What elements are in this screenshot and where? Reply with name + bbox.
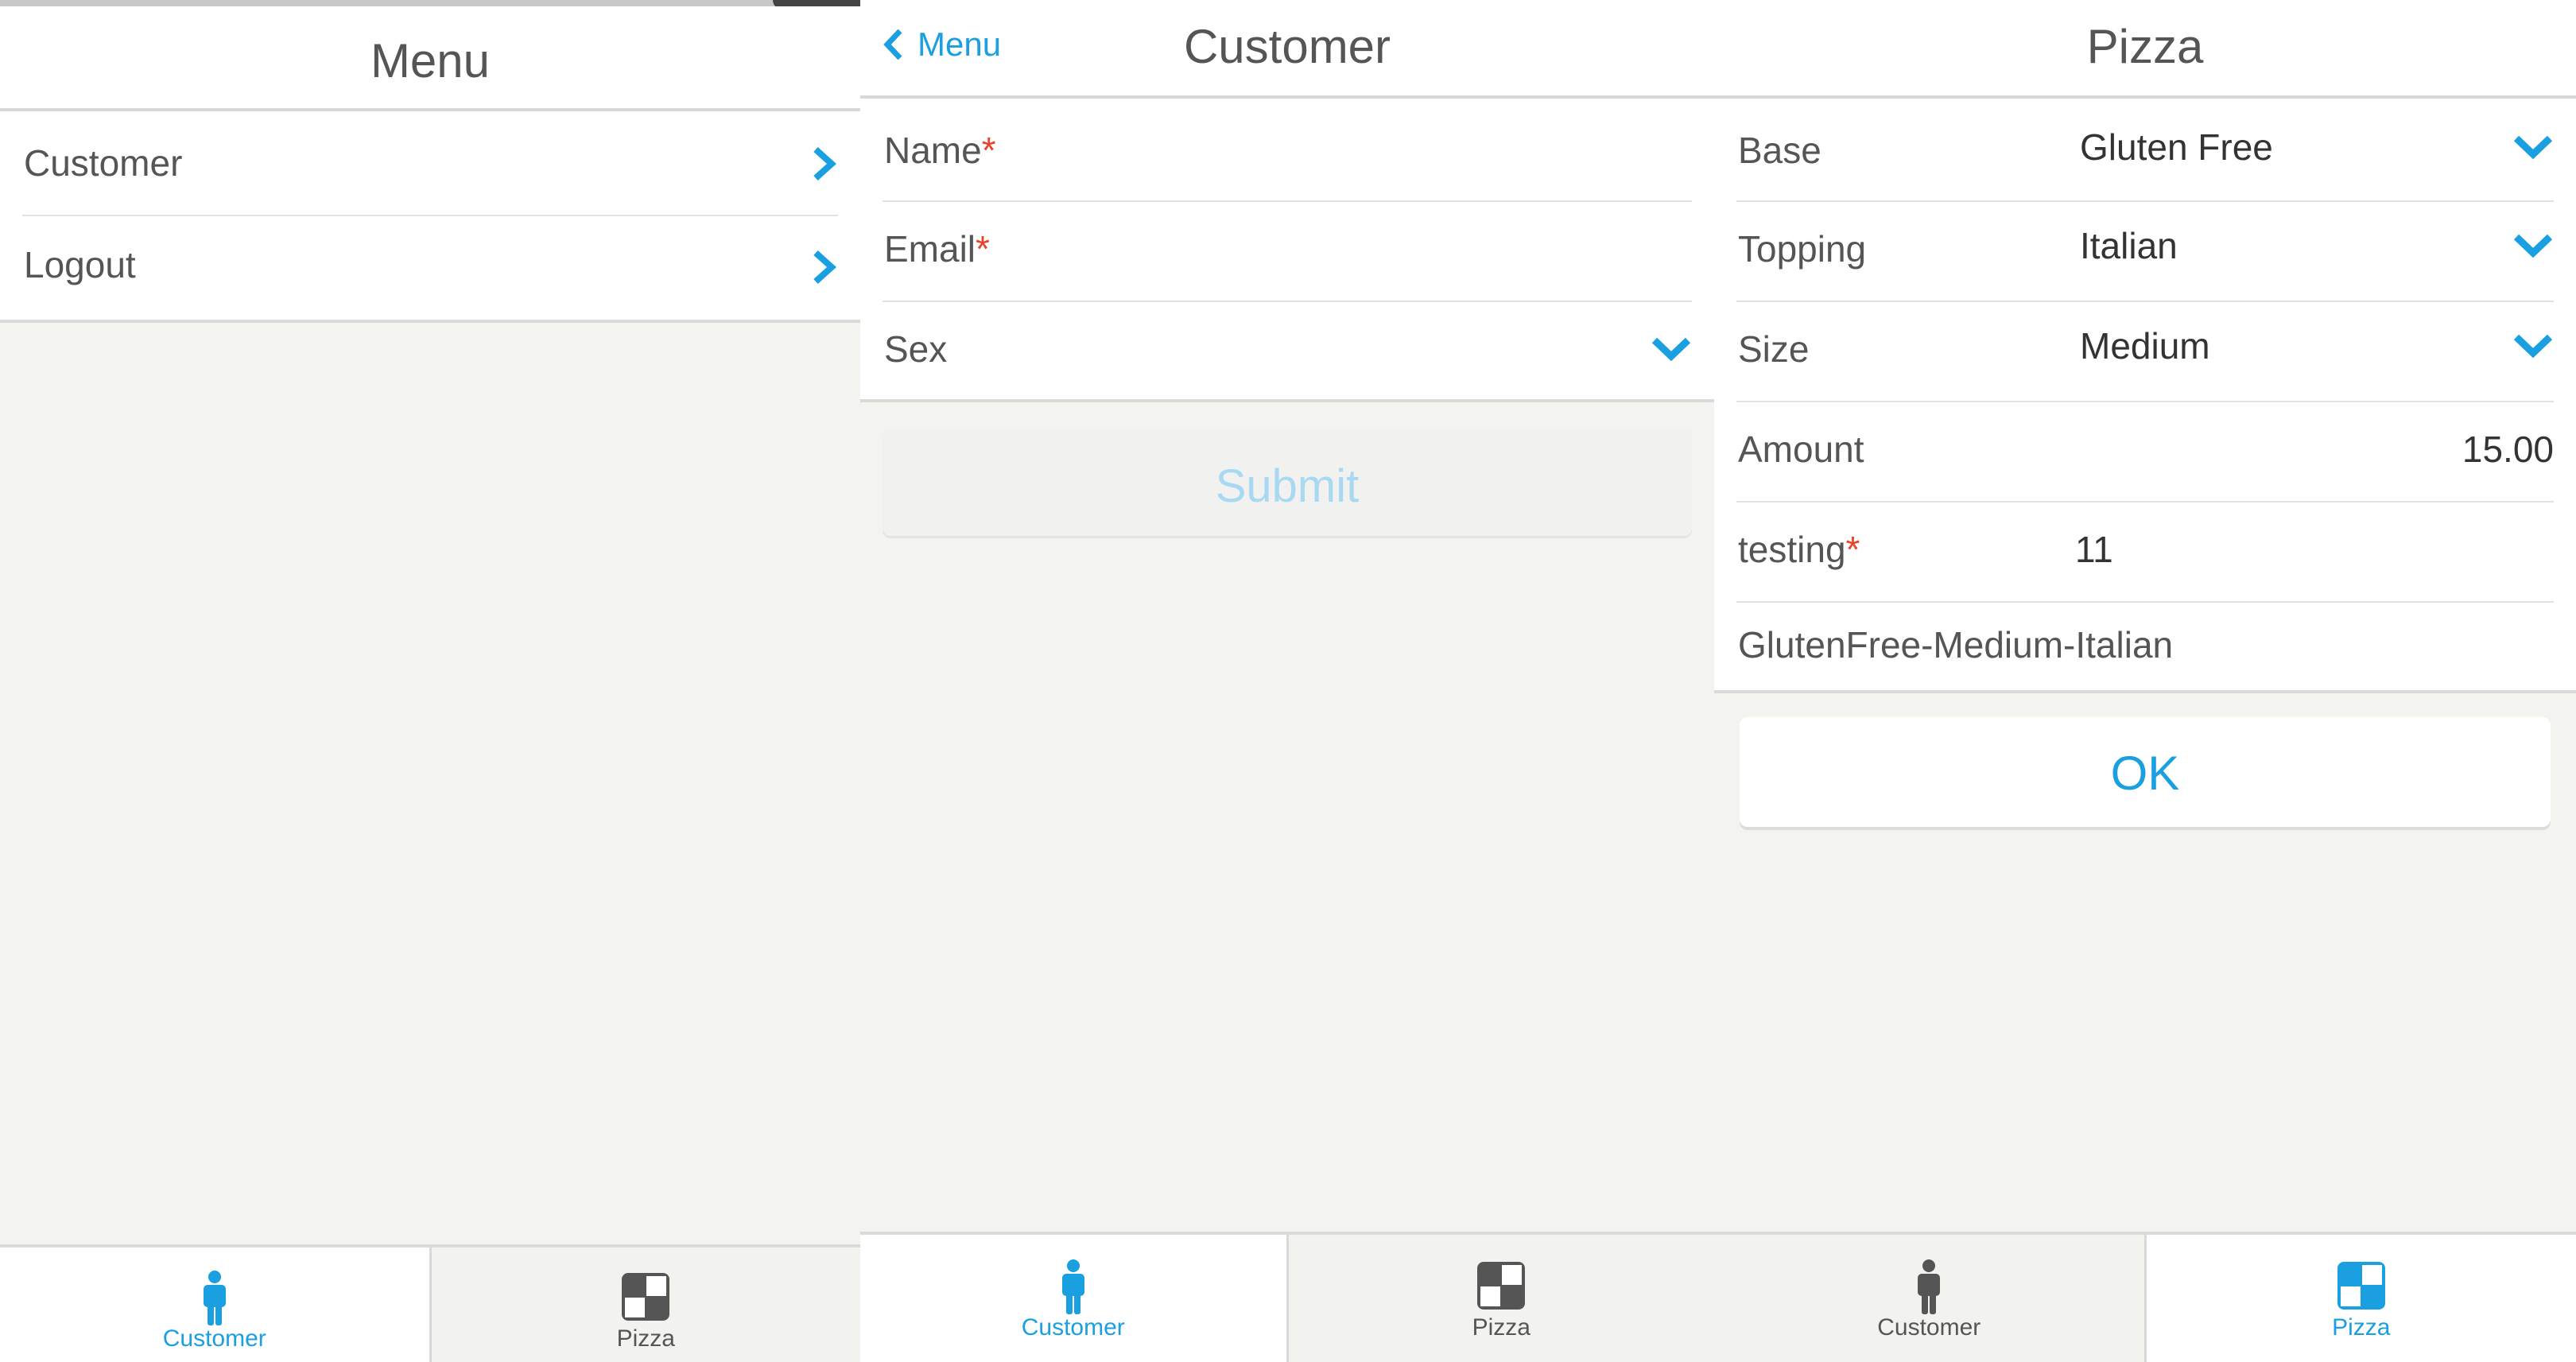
amount-label: Amount	[1738, 429, 1864, 470]
chevron-down-icon	[2513, 135, 2553, 160]
customer-screen: Menu Customer Name* Email* Sex Submit Cu…	[860, 0, 1714, 1362]
email-label: Email*	[884, 228, 990, 270]
person-icon	[1918, 1259, 1941, 1314]
menu-item-label: Logout	[24, 244, 136, 285]
tab-customer[interactable]: Customer	[1714, 1235, 2144, 1362]
ok-button[interactable]: OK	[1740, 717, 2551, 827]
size-select[interactable]: Size Medium	[1736, 302, 2554, 402]
chevron-right-icon	[813, 147, 836, 180]
tab-pizza[interactable]: Pizza	[1286, 1235, 1714, 1362]
top-edge	[0, 0, 860, 6]
tab-label: Pizza	[1472, 1314, 1530, 1341]
pizza-grid-icon	[1477, 1262, 1526, 1310]
size-label: Size	[1738, 328, 1810, 370]
menu-titlebar: Menu	[0, 6, 860, 111]
customer-titlebar: Menu Customer	[860, 0, 1714, 99]
tab-customer[interactable]: Customer	[860, 1235, 1286, 1362]
tab-label: Customer	[1877, 1314, 1981, 1341]
tab-label: Customer	[1021, 1314, 1125, 1341]
chevron-right-icon	[813, 250, 836, 284]
testing-field[interactable]: testing* 11	[1736, 503, 2554, 603]
tab-bar: Customer Pizza	[860, 1232, 1714, 1362]
tab-pizza[interactable]: Pizza	[429, 1248, 860, 1362]
menu-item-logout[interactable]: Logout	[22, 216, 838, 320]
sex-select[interactable]: Sex	[883, 302, 1692, 399]
tab-label: Pizza	[2332, 1314, 2391, 1341]
tab-bar: Customer Pizza	[0, 1244, 860, 1362]
topping-select[interactable]: Topping Italian	[1736, 202, 2554, 302]
amount-field[interactable]: Amount 15.00	[1736, 402, 2554, 503]
testing-label: testing*	[1738, 529, 1860, 570]
testing-value: 11	[2075, 529, 2113, 570]
ok-label: OK	[2110, 747, 2180, 800]
chevron-down-icon	[1651, 337, 1691, 362]
name-field[interactable]: Name*	[883, 99, 1692, 202]
chevron-down-icon	[2513, 234, 2553, 258]
base-value: Gluten Free	[2080, 126, 2273, 168]
email-field[interactable]: Email*	[883, 202, 1692, 302]
summary-text: GlutenFree-Medium-Italian	[1738, 624, 2174, 665]
topping-value: Italian	[2080, 225, 2178, 266]
pizza-screen: Pizza Base Gluten Free Topping Italian S…	[1714, 0, 2576, 1362]
submit-button[interactable]: Submit	[883, 429, 1692, 536]
pizza-grid-icon	[2337, 1262, 2385, 1310]
base-label: Base	[1738, 130, 1821, 171]
name-label: Name*	[884, 130, 996, 171]
topping-label: Topping	[1738, 228, 1867, 270]
submit-label: Submit	[1215, 460, 1360, 512]
menu-item-label: Customer	[24, 142, 183, 184]
tab-label: Customer	[162, 1325, 266, 1352]
required-marker: *	[976, 228, 990, 270]
tab-label: Pizza	[616, 1325, 675, 1352]
sex-label: Sex	[884, 328, 948, 370]
person-icon	[1061, 1259, 1084, 1314]
page-title: Pizza	[2086, 20, 2204, 73]
pizza-titlebar: Pizza	[1714, 0, 2576, 99]
size-value: Medium	[2080, 325, 2210, 367]
menu-item-customer[interactable]: Customer	[22, 111, 838, 216]
menu-list: Customer Logout	[0, 111, 860, 323]
page-title: Customer	[1183, 20, 1391, 73]
page-title: Menu	[370, 34, 491, 87]
pizza-grid-icon	[622, 1273, 670, 1321]
amount-value: 15.00	[2462, 429, 2554, 470]
chevron-down-icon	[2513, 334, 2553, 359]
tab-bar: Customer Pizza	[1714, 1232, 2576, 1362]
required-marker: *	[981, 130, 996, 171]
menu-screen: Menu Customer Logout Customer Pizza	[0, 0, 860, 1362]
summary-row: GlutenFree-Medium-Italian	[1736, 603, 2554, 690]
base-select[interactable]: Base Gluten Free	[1736, 99, 2554, 202]
tab-customer[interactable]: Customer	[0, 1248, 429, 1362]
customer-form: Name* Email* Sex	[860, 99, 1714, 402]
person-icon	[203, 1271, 226, 1325]
pizza-form: Base Gluten Free Topping Italian Size Me…	[1714, 99, 2576, 693]
required-marker: *	[1845, 529, 1860, 570]
tab-pizza[interactable]: Pizza	[2143, 1235, 2576, 1362]
